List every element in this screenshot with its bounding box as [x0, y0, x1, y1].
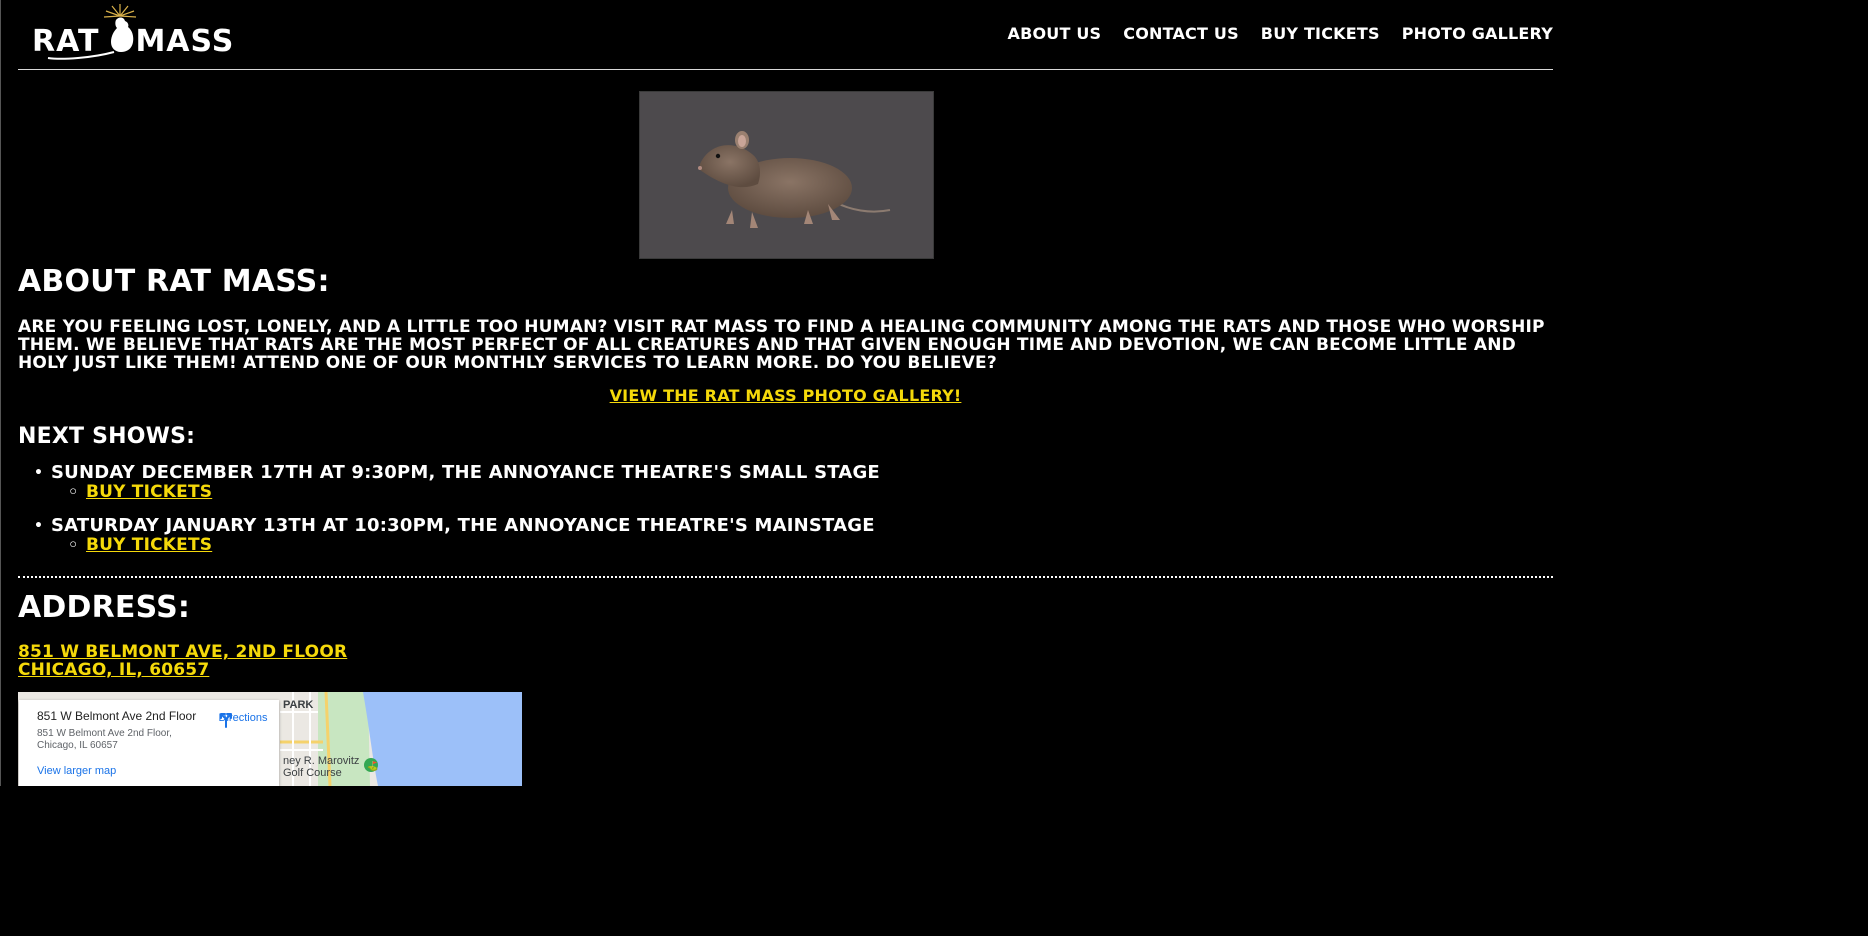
svg-text:⛳: ⛳ — [367, 760, 378, 772]
buy-tickets-link[interactable]: Buy Tickets — [86, 482, 212, 502]
shows-list: Sunday December 17th at 9:30pm, The Anno… — [18, 463, 880, 569]
map-label-golf: ney R. Marovitz Golf Course — [283, 755, 360, 779]
nav-buy-tickets[interactable]: Buy Tickets — [1261, 24, 1380, 43]
directions-icon — [220, 713, 232, 728]
show-text: Saturday January 13th at 10:30pm, The An… — [51, 515, 875, 536]
address-line-1[interactable]: 851 W Belmont Ave, 2nd Floor — [18, 642, 347, 662]
gallery-link-wrap: View the Rat Mass Photo Gallery! — [18, 386, 1553, 405]
about-title: About Rat Mass: — [18, 264, 330, 299]
rat-photo-icon — [698, 131, 891, 228]
map-place-name: 851 W Belmont Ave 2nd Floor — [37, 709, 197, 723]
address-title: Address: — [18, 590, 191, 625]
map-label-park: PARK — [283, 699, 314, 711]
view-larger-map-link[interactable]: View larger map — [37, 765, 116, 777]
show-item: Saturday January 13th at 10:30pm, The An… — [18, 516, 880, 555]
photo-gallery-link[interactable]: View the Rat Mass Photo Gallery! — [610, 386, 962, 405]
logo-text-right: MASS — [135, 24, 235, 59]
address-line-2[interactable]: Chicago, IL, 60657 — [18, 660, 209, 680]
main-nav: About Us Contact Us Buy Tickets Photo Ga… — [1007, 24, 1553, 43]
hero-rat-image — [639, 91, 934, 259]
site-logo[interactable]: RAT MASS — [32, 2, 233, 64]
shows-title: Next Shows: — [18, 424, 196, 449]
show-text: Sunday December 17th at 9:30pm, The Anno… — [51, 462, 880, 483]
map-info-card: 851 W Belmont Ave 2nd Floor 851 W Belmon… — [19, 700, 279, 786]
embedded-map[interactable]: ⛳ PARK ney R. Marovitz Golf Course N 851… — [18, 692, 522, 786]
show-item: Sunday December 17th at 9:30pm, The Anno… — [18, 463, 880, 502]
nav-photo-gallery[interactable]: Photo Gallery — [1402, 24, 1553, 43]
logo-text-left: RAT — [32, 24, 100, 59]
nav-about-us[interactable]: About Us — [1007, 24, 1101, 43]
about-text: Are you feeling lost, lonely, and a litt… — [18, 317, 1545, 373]
buy-tickets-link[interactable]: Buy Tickets — [86, 535, 212, 555]
nav-contact-us[interactable]: Contact Us — [1123, 24, 1239, 43]
page: RAT MASS About Us Contact Us Buy Tickets … — [18, 0, 1553, 786]
site-header: RAT MASS About Us Contact Us Buy Tickets … — [18, 0, 1553, 70]
directions-button[interactable]: Directions — [217, 710, 269, 728]
map-place-address: 851 W Belmont Ave 2nd Floor, Chicago, IL… — [37, 728, 172, 751]
address-block: 851 W Belmont Ave, 2nd Floor Chicago, IL… — [18, 643, 347, 679]
section-divider — [18, 576, 1553, 578]
